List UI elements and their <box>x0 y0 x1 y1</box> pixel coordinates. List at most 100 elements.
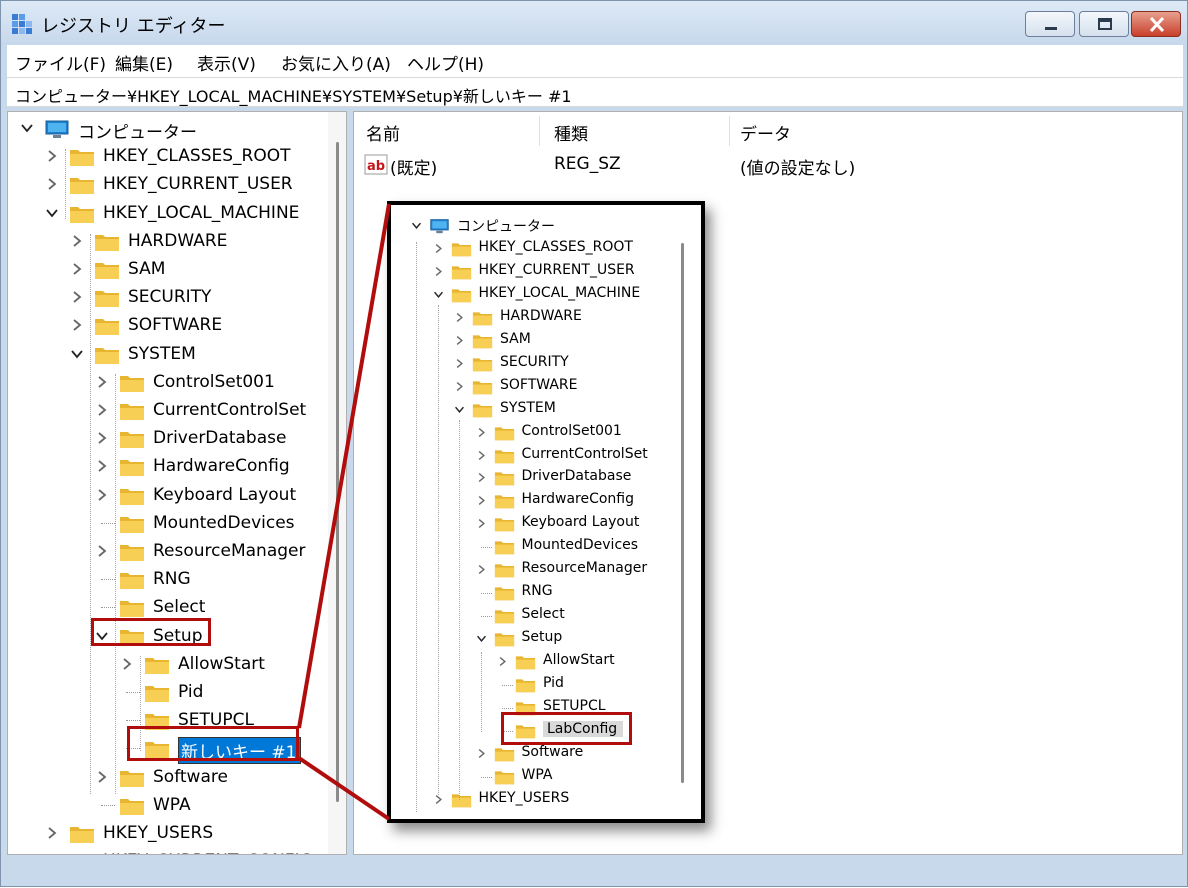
folder-icon <box>515 679 536 693</box>
column-separator[interactable] <box>729 116 730 146</box>
labconfig-highlight-box <box>501 712 632 745</box>
tree-node-label: RNG <box>153 569 191 590</box>
column-header-data[interactable]: データ <box>740 120 791 145</box>
tree-node-label: HardwareConfig <box>153 456 290 477</box>
tree-node-label: Pid <box>178 682 204 702</box>
folder-icon <box>95 319 119 336</box>
tree-node-label: ControlSet001 <box>521 422 622 439</box>
tree-node-label: HKEY_USERS <box>478 789 570 806</box>
folder-icon <box>70 150 94 167</box>
folder-icon <box>494 587 514 601</box>
tree-node-label: HardwareConfig <box>521 491 635 508</box>
tree-node-label: Software <box>153 766 228 787</box>
chevron-right-icon[interactable] <box>70 234 84 248</box>
chevron-right-icon[interactable] <box>454 312 465 323</box>
tree-connector <box>101 579 115 581</box>
tree-node-label: CurrentControlSet <box>153 400 307 420</box>
folder-icon <box>95 347 119 364</box>
tree-connector <box>101 607 115 609</box>
zoom-scrollbar <box>681 243 684 783</box>
chevron-right-icon[interactable] <box>476 495 487 506</box>
chevron-down-icon[interactable] <box>433 289 444 300</box>
chevron-right-icon[interactable] <box>454 358 465 369</box>
tree-guide-line <box>90 234 91 794</box>
tree-connector <box>101 522 115 524</box>
folder-icon <box>145 657 169 674</box>
chevron-right-icon[interactable] <box>454 335 465 346</box>
chevron-right-icon[interactable] <box>95 544 109 558</box>
folder-icon <box>120 798 144 815</box>
chevron-right-icon[interactable] <box>95 488 109 502</box>
address-path[interactable]: コンピューター¥HKEY_LOCAL_MACHINE¥SYSTEM¥Setup¥… <box>15 83 572 107</box>
chevron-right-icon[interactable] <box>497 656 508 667</box>
setup-highlight-box <box>91 618 211 646</box>
address-bar[interactable]: コンピューター¥HKEY_LOCAL_MACHINE¥SYSTEM¥Setup¥… <box>7 77 1183 107</box>
title-bar[interactable]: レジストリ エディター <box>1 1 1187 45</box>
minimize-button[interactable] <box>1025 11 1075 37</box>
column-header-name[interactable]: 名前 <box>366 120 400 145</box>
tree-node-label: DriverDatabase <box>521 468 632 485</box>
chevron-down-icon[interactable] <box>411 220 422 231</box>
column-header-type[interactable]: 種類 <box>554 120 588 145</box>
chevron-right-icon[interactable] <box>433 794 444 805</box>
chevron-right-icon[interactable] <box>476 748 487 759</box>
registry-editor-window: レジストリ エディター ファイル(F) 編集(E) 表示(V) お気に入り(A)… <box>0 0 1188 887</box>
chevron-right-icon[interactable] <box>476 518 487 529</box>
chevron-right-icon[interactable] <box>476 450 487 461</box>
chevron-down-icon[interactable] <box>20 121 34 135</box>
column-separator[interactable] <box>539 116 540 146</box>
folder-icon <box>120 488 144 505</box>
chevron-right-icon[interactable] <box>95 770 109 784</box>
chevron-right-icon[interactable] <box>70 290 84 304</box>
chevron-right-icon[interactable] <box>433 243 444 254</box>
tree-node-label: SYSTEM <box>500 399 556 416</box>
chevron-right-icon[interactable] <box>95 403 109 417</box>
chevron-right-icon[interactable] <box>454 381 465 392</box>
chevron-right-icon[interactable] <box>45 826 59 840</box>
menu-edit[interactable]: 編集(E) <box>115 50 173 75</box>
tree-scrollbar[interactable] <box>328 112 346 854</box>
chevron-down-icon[interactable] <box>45 206 59 220</box>
chevron-right-icon[interactable] <box>45 854 59 855</box>
minimize-icon <box>1045 27 1057 30</box>
tree-guide-line <box>115 374 116 794</box>
chevron-right-icon[interactable] <box>70 318 84 332</box>
folder-icon <box>120 432 144 449</box>
folder-icon <box>494 633 514 647</box>
folder-icon <box>494 541 514 555</box>
chevron-down-icon[interactable] <box>454 404 465 415</box>
tree-node-label: Pid <box>543 675 564 691</box>
folder-icon <box>494 748 514 762</box>
folder-icon <box>494 449 514 463</box>
menu-view[interactable]: 表示(V) <box>197 50 256 75</box>
computer-icon <box>45 120 69 138</box>
chevron-right-icon[interactable] <box>476 472 487 483</box>
tree-scroll-thumb[interactable] <box>336 142 339 802</box>
chevron-down-icon[interactable] <box>476 633 487 644</box>
tree-node-label: Setup <box>521 629 563 646</box>
chevron-right-icon[interactable] <box>45 177 59 191</box>
chevron-right-icon[interactable] <box>433 266 444 277</box>
close-button[interactable] <box>1131 11 1181 37</box>
chevron-right-icon[interactable] <box>476 427 487 438</box>
tree-node-label: Keyboard Layout <box>521 514 640 531</box>
chevron-right-icon[interactable] <box>70 262 84 276</box>
chevron-right-icon[interactable] <box>45 149 59 163</box>
registry-editor-icon <box>12 14 32 34</box>
chevron-right-icon[interactable] <box>120 657 134 671</box>
chevron-right-icon[interactable] <box>95 431 109 445</box>
folder-icon <box>494 426 514 440</box>
folder-icon <box>494 564 514 578</box>
folder-icon <box>95 263 119 279</box>
chevron-right-icon[interactable] <box>95 375 109 389</box>
chevron-down-icon[interactable] <box>70 347 84 361</box>
menu-file[interactable]: ファイル(F) <box>15 50 106 75</box>
menu-favorites[interactable]: お気に入り(A) <box>281 50 391 75</box>
folder-icon <box>494 610 514 624</box>
maximize-button[interactable] <box>1079 11 1129 37</box>
menu-help[interactable]: ヘルプ(H) <box>407 50 484 75</box>
tree-connector <box>126 692 140 693</box>
chevron-right-icon[interactable] <box>95 459 109 473</box>
tree-node-label: ResourceManager <box>521 560 648 577</box>
chevron-right-icon[interactable] <box>476 564 487 575</box>
